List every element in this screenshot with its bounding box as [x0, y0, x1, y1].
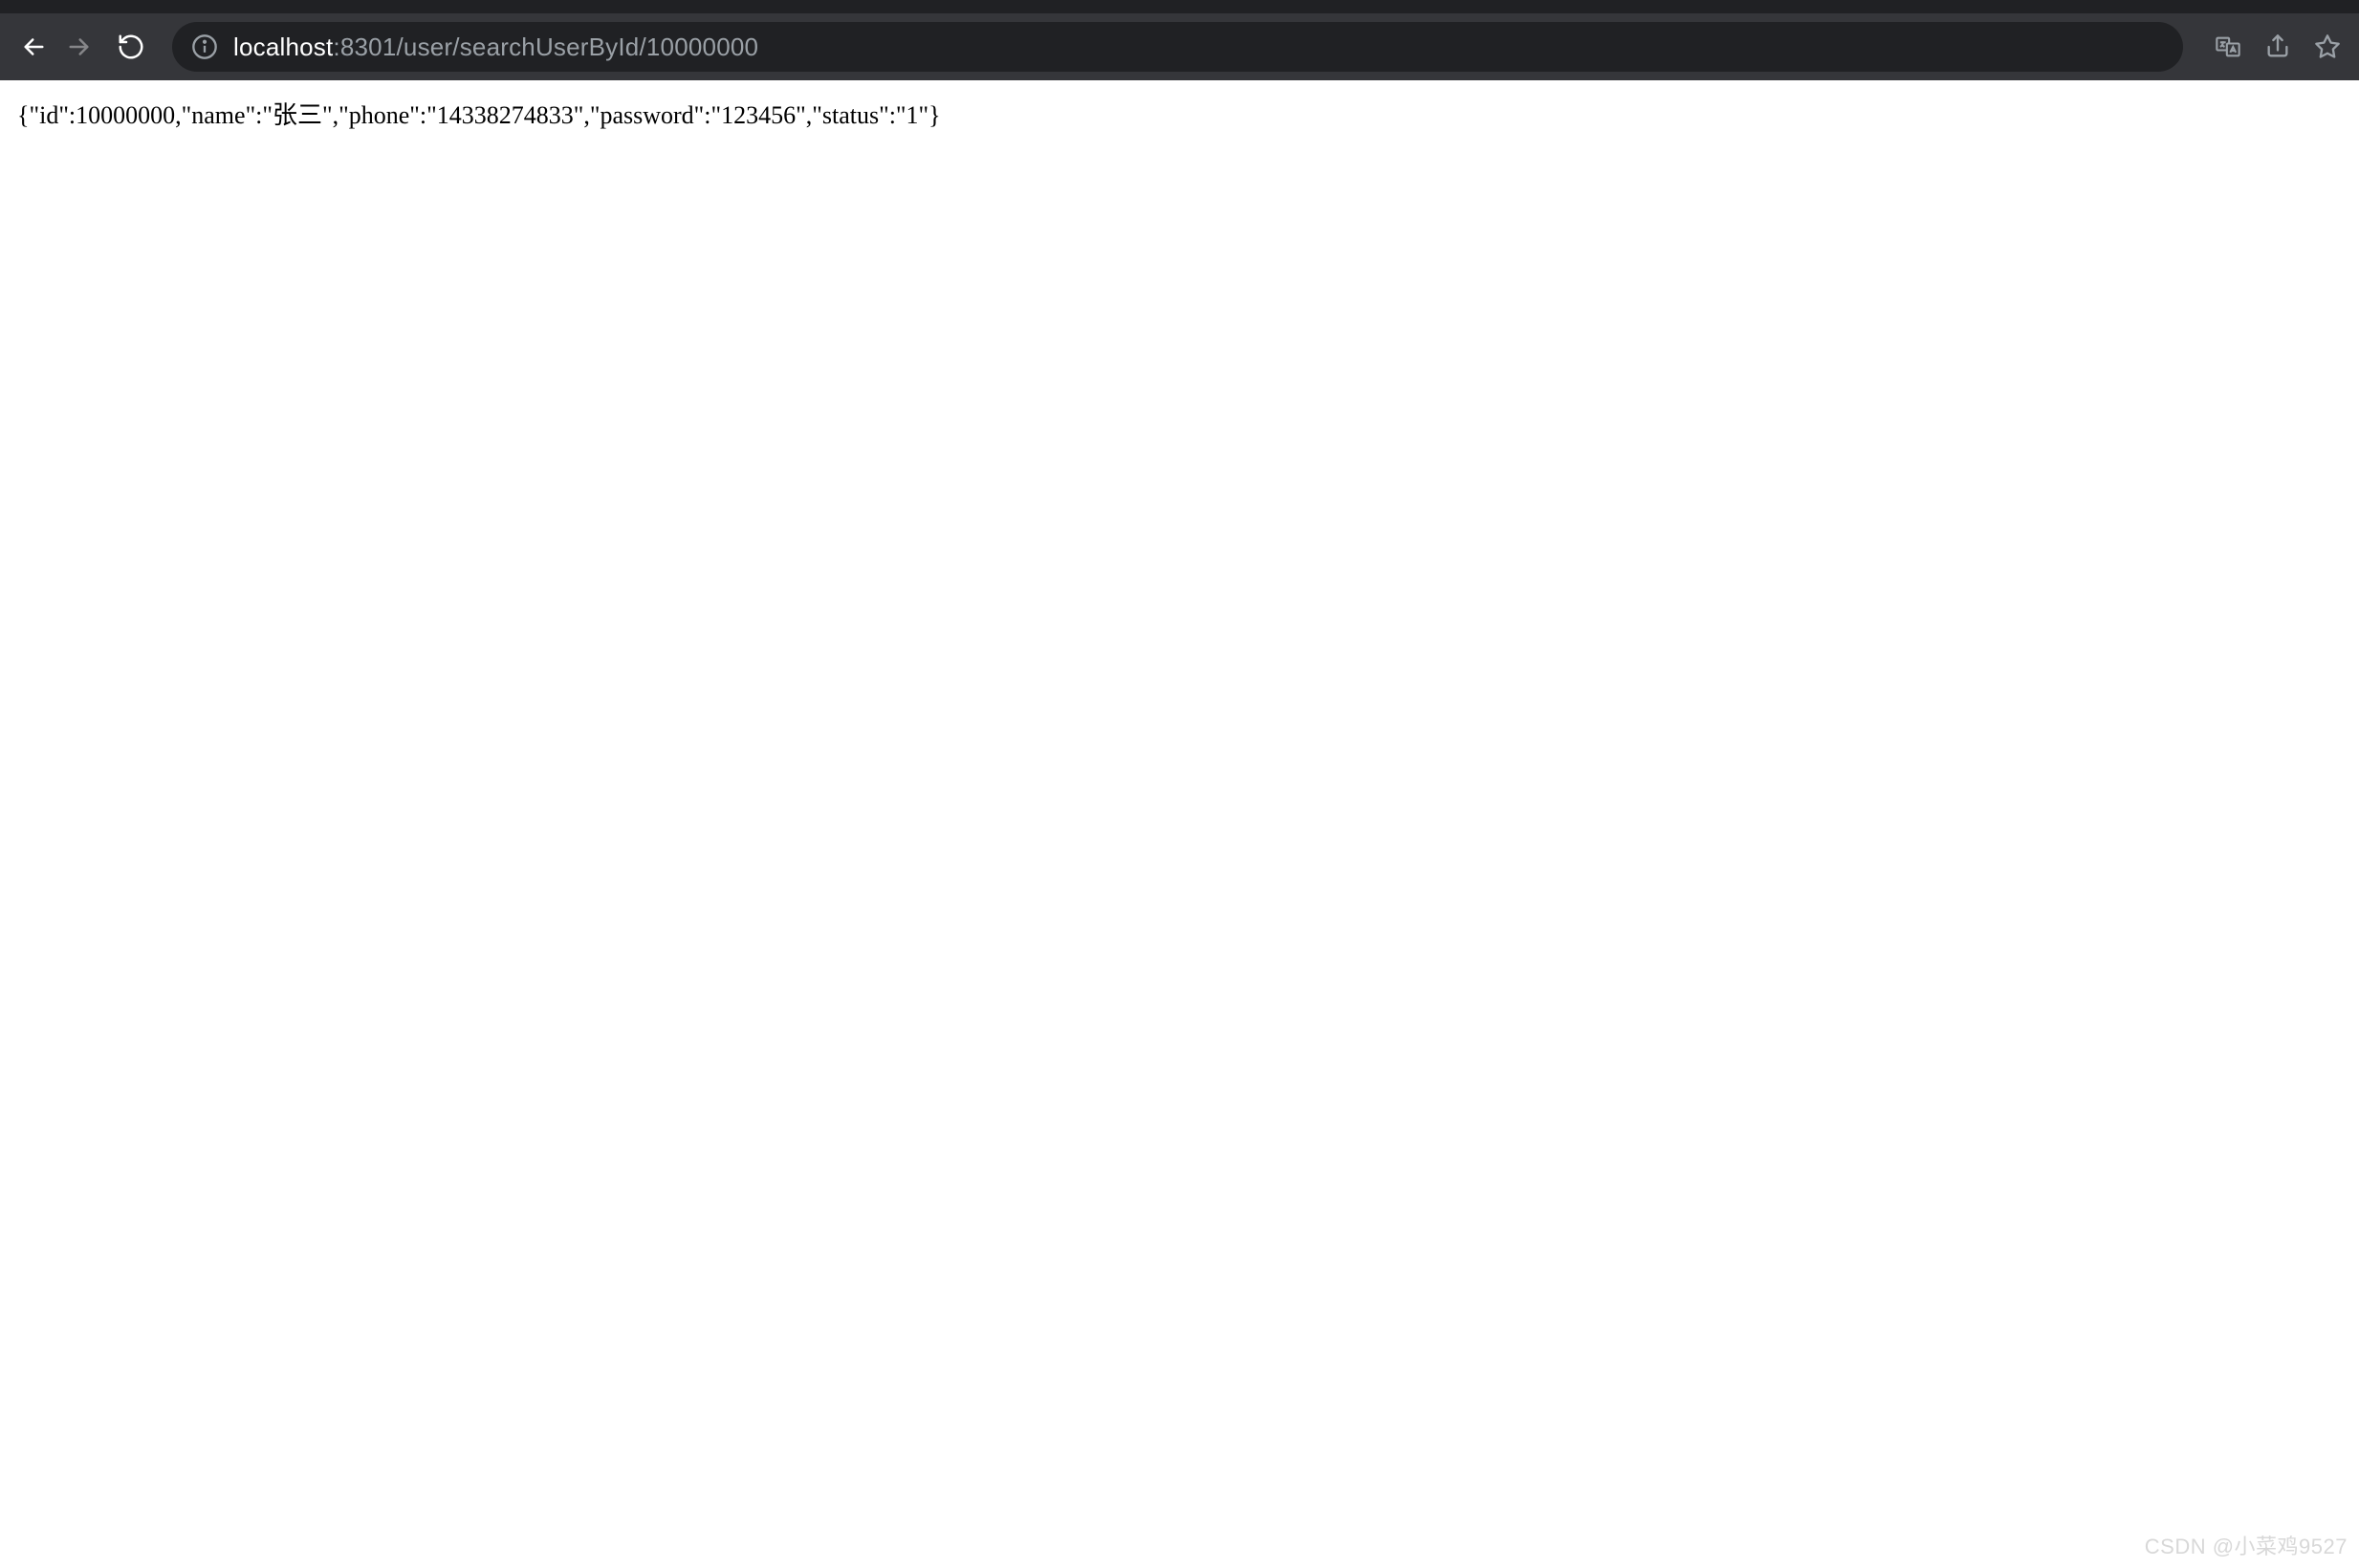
- page-content: {"id":10000000,"name":"张三","phone":"1433…: [0, 80, 2359, 1568]
- forward-button[interactable]: [65, 31, 98, 63]
- toolbar-icons: [2212, 31, 2344, 63]
- response-json: {"id":10000000,"name":"张三","phone":"1433…: [17, 101, 941, 129]
- url-path: :8301/user/searchUserById/10000000: [333, 33, 758, 61]
- navigation-bar: localhost:8301/user/searchUserById/10000…: [0, 13, 2359, 80]
- address-bar[interactable]: localhost:8301/user/searchUserById/10000…: [172, 22, 2183, 72]
- reload-button[interactable]: [115, 31, 147, 63]
- url-host: localhost: [233, 33, 333, 61]
- url-text: localhost:8301/user/searchUserById/10000…: [233, 33, 758, 62]
- share-icon[interactable]: [2261, 31, 2294, 63]
- back-button[interactable]: [15, 31, 48, 63]
- bookmark-star-icon[interactable]: [2311, 31, 2344, 63]
- translate-icon[interactable]: [2212, 31, 2244, 63]
- info-icon[interactable]: [191, 33, 218, 60]
- tab-strip: [0, 0, 2359, 13]
- watermark: CSDN @小菜鸡9527: [2145, 1530, 2348, 1560]
